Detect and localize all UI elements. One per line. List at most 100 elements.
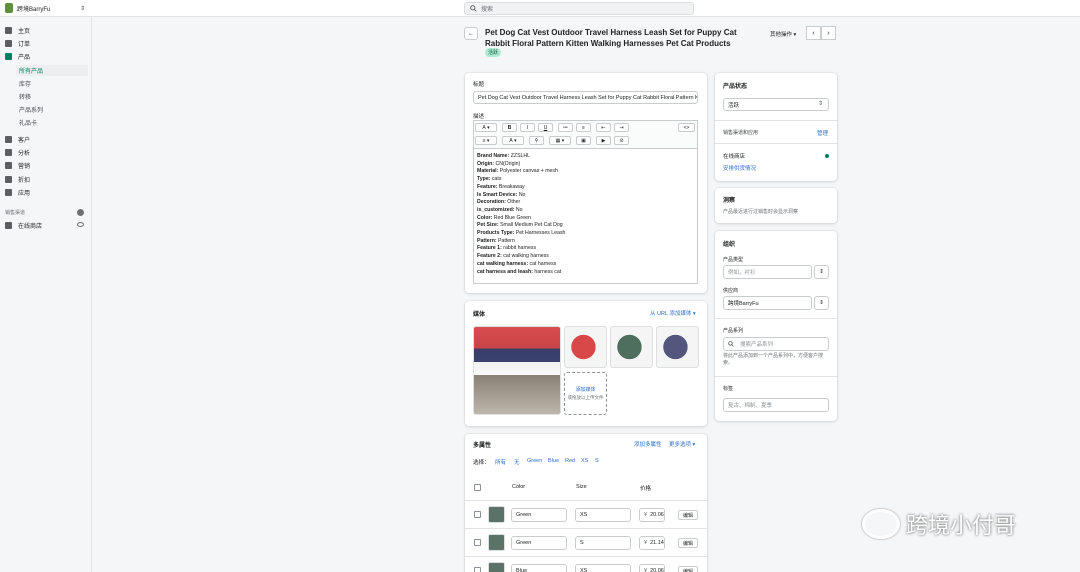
add-from-url-link[interactable]: 从 URL 添加媒体 ▾ — [650, 309, 696, 317]
filter-all[interactable]: 所有 — [495, 458, 506, 466]
variant-row: Blue XS ¥20.06 编辑 — [465, 556, 707, 572]
description-key: cat harness and leash — [477, 268, 532, 275]
description-key: Pattern — [477, 237, 495, 244]
schedule-availability-link[interactable]: 安排供货情况 — [723, 164, 756, 172]
outdent-icon: ⇤ — [601, 124, 606, 131]
variant-color-input[interactable]: Green — [511, 508, 567, 522]
filter-xs[interactable]: XS — [581, 458, 588, 464]
currency-symbol: ¥ — [644, 512, 648, 518]
sidebar-item-customers[interactable]: 客户 — [0, 134, 92, 145]
bullet-list-button[interactable]: ≔ — [558, 123, 573, 132]
product-image-red[interactable] — [564, 326, 607, 368]
sidebar-item-products[interactable]: 产品 — [0, 51, 92, 62]
text-color-button[interactable]: A ▾ — [502, 136, 524, 145]
font-style-button[interactable]: A ▾ — [475, 123, 497, 132]
watermark-text: 跨境小付哥 — [906, 513, 1017, 538]
title-input[interactable]: Pet Dog Cat Vest Outdoor Travel Harness … — [473, 91, 698, 104]
insert-image-button[interactable]: ▣ — [576, 136, 591, 145]
description-value: Pattern — [498, 237, 515, 244]
collections-search-input[interactable]: 搜索产品系列 — [723, 337, 829, 351]
insert-table-button[interactable]: ▦ ▾ — [549, 136, 571, 145]
product-type-input[interactable]: 例如，衬衫 — [723, 265, 812, 279]
sidebar-item-analytics[interactable]: 分析 — [0, 147, 92, 158]
variant-image[interactable] — [488, 506, 505, 523]
variant-checkbox[interactable] — [474, 511, 481, 518]
align-button[interactable]: ≡ ▾ — [475, 136, 497, 145]
sidebar-item-discounts[interactable]: 折扣 — [0, 174, 92, 185]
status-select[interactable]: 活跃 — [723, 98, 829, 111]
description-value: No — [518, 191, 526, 198]
filter-blue[interactable]: Blue — [548, 458, 559, 464]
next-product-button[interactable]: › — [821, 26, 836, 40]
sidebar-subitem-collections[interactable]: 产品系列 — [19, 104, 43, 115]
add-media-dropzone[interactable]: 添加媒体 或拖放以上传文件 — [564, 372, 607, 415]
outdent-button[interactable]: ⇤ — [596, 123, 611, 132]
sidebar-subitem-transfers[interactable]: 转移 — [19, 91, 31, 102]
variant-size-input[interactable]: XS — [575, 564, 631, 572]
vendor-label: 供应商 — [723, 288, 739, 294]
vendor-input[interactable]: 跨境BarryFu — [723, 296, 812, 310]
description-key: Feature — [477, 183, 496, 190]
watermark: 跨境小付哥 — [862, 508, 1016, 540]
top-bar: 跨境BarryFu ⇕ 搜索 — [0, 0, 1080, 17]
sidebar-item-orders[interactable]: 订单 — [0, 38, 92, 49]
manage-channels-link[interactable]: 管理 — [817, 129, 828, 137]
filter-red[interactable]: Red — [565, 458, 575, 464]
filter-green[interactable]: Green — [527, 458, 542, 464]
italic-button[interactable]: I — [520, 123, 535, 132]
select-all-checkbox[interactable] — [474, 484, 481, 491]
variant-price-input[interactable]: ¥21.14 — [639, 536, 665, 550]
sidebar-item-marketing[interactable]: 营销 — [0, 160, 92, 171]
description-editor[interactable]: Brand Name: ZZSLHL Origin: CN(Origin) Mate… — [473, 148, 698, 284]
sidebar-item-apps[interactable]: 应用 — [0, 187, 92, 198]
description-line: Feature 2: cat walking harness — [477, 253, 549, 260]
more-actions-button[interactable]: 其他操作 ▾ — [770, 30, 796, 38]
variant-checkbox[interactable] — [474, 539, 481, 546]
insert-link-button[interactable]: ⚲ — [529, 136, 544, 145]
more-options-link[interactable]: 更多选项 ▾ — [669, 440, 695, 448]
product-image-main[interactable] — [473, 326, 561, 415]
variant-image[interactable] — [488, 562, 505, 572]
view-store-eye-icon[interactable] — [77, 222, 84, 227]
variant-color-input[interactable]: Green — [511, 536, 567, 550]
vendor-select[interactable]: ⇕ — [814, 296, 829, 310]
search-input[interactable]: 搜索 — [464, 2, 694, 15]
insert-video-button[interactable]: ▶ — [596, 136, 611, 145]
variant-checkbox[interactable] — [474, 567, 481, 572]
variant-edit-button[interactable]: 编辑 — [678, 538, 698, 548]
chevron-updown-icon[interactable]: ⇕ — [80, 5, 85, 12]
variant-price-input[interactable]: ¥20.06 — [639, 508, 665, 522]
previous-product-button[interactable]: ‹ — [806, 26, 821, 40]
add-variant-link[interactable]: 添加多属性 — [634, 440, 662, 448]
sidebar-item-home[interactable]: 主页 — [0, 25, 92, 36]
add-media-button[interactable]: 添加媒体 — [575, 386, 595, 393]
variant-color-input[interactable]: Blue — [511, 564, 567, 572]
bold-button[interactable]: B — [502, 123, 517, 132]
variant-size-input[interactable]: S — [575, 536, 631, 550]
sidebar-subitem-gift-cards[interactable]: 礼品卡 — [19, 117, 37, 128]
add-channel-icon[interactable] — [77, 209, 84, 216]
sidebar-subitem-all-products[interactable]: 所有产品 — [16, 65, 88, 76]
filter-s[interactable]: S — [595, 458, 599, 464]
underline-button[interactable]: U — [538, 123, 553, 132]
product-image-blue[interactable] — [656, 326, 699, 368]
tags-input[interactable]: 复古、棉制、夏季 — [723, 398, 829, 412]
table-icon: ▦ — [555, 137, 561, 144]
product-type-select[interactable]: ⇕ — [814, 265, 829, 279]
variant-edit-button[interactable]: 编辑 — [678, 566, 698, 572]
variant-image[interactable] — [488, 534, 505, 551]
product-image-green[interactable] — [610, 326, 653, 368]
variant-size-input[interactable]: XS — [575, 508, 631, 522]
store-switcher[interactable]: 跨境BarryFu — [5, 3, 50, 13]
collections-label: 产品系列 — [723, 328, 744, 334]
show-html-button[interactable]: <> — [678, 123, 695, 132]
page-title: Pet Dog Cat Vest Outdoor Travel Harness … — [485, 28, 737, 48]
variant-price-input[interactable]: ¥20.06 — [639, 564, 665, 572]
variant-edit-button[interactable]: 编辑 — [678, 510, 698, 520]
indent-button[interactable]: ⇥ — [614, 123, 629, 132]
clear-format-button[interactable]: ⊘ — [614, 136, 629, 145]
sidebar-subitem-inventory[interactable]: 库存 — [19, 78, 31, 89]
back-button[interactable]: ← — [464, 27, 478, 40]
numbered-list-button[interactable]: ≡ — [576, 123, 591, 132]
filter-none[interactable]: 无 — [514, 458, 520, 466]
